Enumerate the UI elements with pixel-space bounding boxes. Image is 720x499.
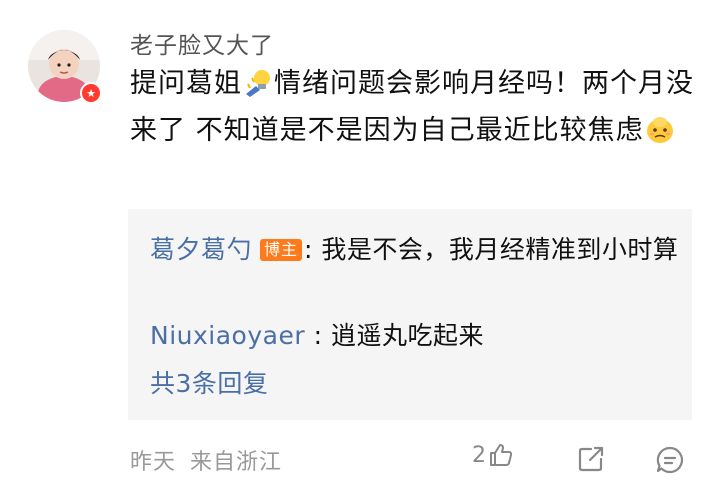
reply-item[interactable]: Niuxiaoyaer : 逍遥丸吃起来 <box>150 313 680 359</box>
like-button[interactable]: 2 <box>472 442 514 468</box>
thumbs-up-icon <box>490 444 513 466</box>
comment-time: 昨天 <box>130 450 177 475</box>
verified-star-icon: ★ <box>80 82 102 104</box>
replies-panel: 葛夕葛勺 博主: 我是不会，我月经精准到小时算 Niuxiaoyaer : 逍遥丸… <box>128 209 692 420</box>
avatar[interactable]: ★ <box>28 30 102 104</box>
comment-body: 提问葛姐 情绪问题会影响月经吗！两个月没来了 不知道是不是因为自己最近比较焦虑 <box>130 60 695 154</box>
comment-card: ★ 老子脸又大了 提问葛姐 情绪问题会影响月经吗！两个月没来了 不知道是不是因为… <box>0 0 720 499</box>
reply-separator: : <box>304 235 313 264</box>
reply-item[interactable]: 葛夕葛勺 博主: 我是不会，我月经精准到小时算 <box>150 227 680 273</box>
reply-author[interactable]: 葛夕葛勺 <box>150 235 252 264</box>
more-replies-link[interactable]: 共3条回复 <box>150 361 268 407</box>
comment-username[interactable]: 老子脸又大了 <box>130 26 274 60</box>
lightbulb-sticker-icon <box>242 66 274 98</box>
reply-text: 我是不会，我月经精准到小时算 <box>312 235 679 264</box>
blogger-badge: 博主 <box>260 239 303 261</box>
share-button[interactable] <box>577 445 605 477</box>
reply-button[interactable] <box>655 445 685 479</box>
comment-location: 来自浙江 <box>190 450 283 475</box>
comment-meta: 昨天 来自浙江 <box>130 444 282 476</box>
comment-bubble-icon <box>656 446 684 474</box>
like-count: 2 <box>472 442 486 468</box>
comment-text-part1: 提问葛姐 <box>130 68 242 99</box>
reply-author[interactable]: Niuxiaoyaer <box>150 321 305 350</box>
reply-separator: : <box>305 321 323 350</box>
reply-text: 逍遥丸吃起来 <box>322 321 484 350</box>
share-icon <box>578 446 604 472</box>
worried-face-sticker-icon <box>644 113 676 145</box>
